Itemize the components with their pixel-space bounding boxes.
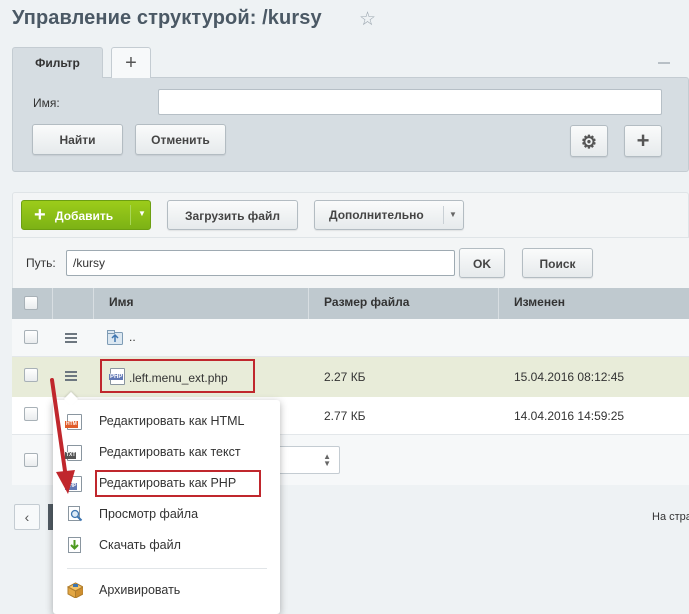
- download-icon: [68, 537, 81, 553]
- action-select[interactable]: ▲ ▼: [276, 446, 340, 474]
- divider: [443, 206, 444, 224]
- page-size-label: На стра: [652, 511, 689, 523]
- column-divider: [93, 288, 94, 319]
- row-checkbox[interactable]: [24, 407, 38, 421]
- plus-icon: +: [636, 128, 650, 153]
- filter-name-input[interactable]: [158, 89, 662, 115]
- find-button[interactable]: Найти: [32, 124, 123, 155]
- row-checkbox[interactable]: [24, 330, 38, 344]
- file-size: 2.77 КБ: [324, 409, 366, 423]
- path-label: Путь:: [26, 256, 56, 270]
- filter-tab[interactable]: Фильтр: [12, 47, 103, 78]
- prev-page-button[interactable]: ‹: [14, 504, 40, 530]
- collapse-filter-icon[interactable]: [658, 62, 670, 64]
- column-divider: [308, 288, 309, 319]
- column-divider: [498, 288, 499, 319]
- chevron-left-icon: ‹: [24, 509, 30, 525]
- plus-icon: +: [34, 204, 46, 226]
- search-button[interactable]: Поиск: [522, 248, 593, 278]
- menu-item-view-file[interactable]: Просмотр файла: [99, 507, 198, 521]
- menu-item-archive[interactable]: Архивировать: [99, 583, 180, 597]
- column-header-size[interactable]: Размер файла: [324, 295, 409, 309]
- star-icon[interactable]: ☆: [359, 8, 376, 31]
- menu-item-edit-text[interactable]: Редактировать как текст: [99, 445, 241, 459]
- archive-box-icon: [67, 582, 83, 598]
- menu-item-download[interactable]: Скачать файл: [99, 538, 181, 552]
- file-modified: 14.04.2016 14:59:25: [514, 409, 625, 423]
- chevron-updown-icon: ▲ ▼: [323, 452, 331, 468]
- row-checkbox[interactable]: [24, 368, 38, 382]
- annotation-arrow: [50, 378, 75, 494]
- add-button[interactable]: + Добавить ▼: [21, 200, 151, 230]
- page-title: Управление структурой: /kursy: [12, 7, 322, 29]
- more-actions-button[interactable]: Дополнительно ▼: [314, 200, 464, 230]
- cancel-filter-button[interactable]: Отменить: [135, 124, 226, 155]
- upload-file-button[interactable]: Загрузить файл: [167, 200, 298, 230]
- column-header-name[interactable]: Имя: [109, 295, 134, 309]
- add-button-label: Добавить: [55, 209, 114, 223]
- menu-divider: [67, 568, 267, 569]
- file-size: 2.27 КБ: [324, 370, 366, 384]
- path-ok-button[interactable]: OK: [459, 248, 505, 278]
- folder-up-icon: [107, 330, 123, 345]
- column-header-modified[interactable]: Изменен: [514, 295, 565, 309]
- menu-item-edit-html[interactable]: Редактировать как HTML: [99, 414, 244, 428]
- file-modified: 15.04.2016 08:12:45: [514, 370, 625, 384]
- more-actions-label: Дополнительно: [329, 208, 424, 222]
- path-input[interactable]: /kursy: [66, 250, 455, 276]
- column-divider: [52, 288, 53, 319]
- filter-name-label: Имя:: [33, 96, 60, 110]
- filter-settings-button[interactable]: ⚙: [570, 125, 608, 157]
- chevron-down-icon: ▼: [449, 210, 457, 219]
- add-filter-tab-button[interactable]: +: [111, 47, 151, 78]
- plus-icon: +: [125, 52, 137, 74]
- gear-icon: ⚙: [580, 132, 598, 152]
- add-filter-field-button[interactable]: +: [624, 125, 662, 157]
- select-all-checkbox[interactable]: [24, 296, 38, 310]
- highlight-box: [95, 470, 261, 497]
- for-all-checkbox[interactable]: [24, 453, 38, 467]
- highlight-box: [100, 359, 255, 393]
- divider: [130, 205, 131, 225]
- parent-folder-link[interactable]: ..: [129, 330, 136, 344]
- row-menu-icon[interactable]: [65, 333, 77, 343]
- magnifier-icon: [68, 506, 83, 522]
- chevron-down-icon[interactable]: ▼: [138, 209, 146, 218]
